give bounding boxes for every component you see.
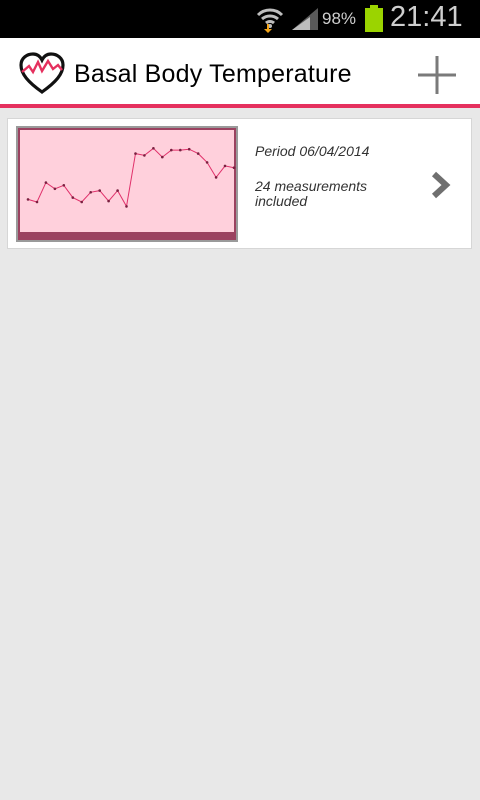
temperature-point [35, 200, 39, 204]
action-bar-accent [0, 104, 480, 108]
period-label: Period 06/04/2014 [255, 143, 370, 159]
temperature-series-line [27, 147, 235, 208]
temperature-point [98, 189, 101, 192]
temperature-point [161, 155, 164, 159]
temperature-point [62, 184, 66, 187]
temperature-point [89, 191, 92, 194]
temperature-point [152, 147, 155, 150]
status-clock: 21:41 [390, 1, 463, 33]
battery-icon [365, 5, 383, 32]
temperature-point [179, 148, 182, 152]
temperature-point [170, 148, 173, 152]
chart-baseline [18, 232, 236, 240]
temperature-point [187, 147, 191, 151]
app-title: Basal Body Temperature [74, 60, 352, 88]
temperature-point [107, 199, 110, 203]
temperature-point [134, 152, 137, 155]
plus-icon[interactable] [414, 52, 460, 98]
battery-percent: 98% [322, 9, 357, 28]
temperature-point [223, 164, 227, 168]
measurements-label: 24 measurements included [255, 178, 368, 209]
temperature-point [116, 189, 119, 192]
temperature-chart-thumbnail [16, 126, 238, 242]
wifi-icon [256, 8, 284, 33]
temperature-point [80, 200, 83, 204]
temperature-point [125, 205, 128, 208]
temperature-point [214, 176, 218, 179]
temperature-point [143, 154, 146, 157]
temperature-point [53, 187, 57, 191]
period-card[interactable]: Period 06/04/2014 24 measurements includ… [7, 118, 472, 249]
action-bar: Basal Body Temperature [0, 38, 480, 108]
temperature-point [205, 161, 209, 164]
chevron-right-icon[interactable] [430, 171, 452, 199]
temperature-point [26, 198, 30, 201]
temperature-point [44, 181, 48, 184]
status-bar: 98% 21:41 [0, 0, 480, 38]
temperature-point [232, 166, 236, 169]
signal-icon [292, 8, 318, 30]
temperature-point [196, 152, 200, 155]
heart-chart-icon[interactable] [18, 52, 66, 96]
temperature-chart [26, 147, 236, 208]
temperature-point [71, 196, 75, 199]
